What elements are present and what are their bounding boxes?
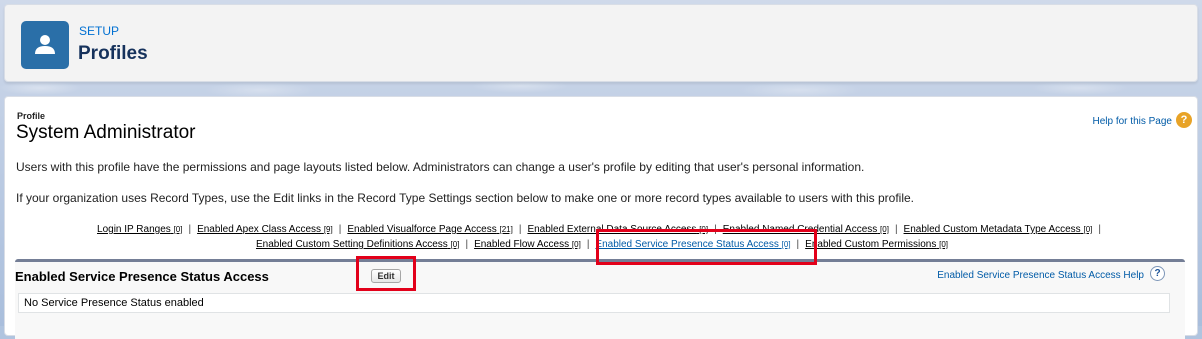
link-label: Enabled Custom Metadata Type Access [903, 224, 1081, 235]
link-flow-access[interactable]: Enabled Flow Access [0] [474, 239, 581, 250]
link-count: [9] [323, 225, 333, 234]
link-label: Enabled Apex Class Access [197, 224, 322, 235]
link-count: [0] [450, 240, 460, 249]
page-title: Profiles [78, 43, 148, 64]
link-count: [0] [939, 240, 949, 249]
link-service-presence-status-access[interactable]: Enabled Service Presence Status Access [… [595, 239, 790, 250]
link-custom-metadata-type-access[interactable]: Enabled Custom Metadata Type Access [0] [904, 224, 1093, 235]
edit-button[interactable]: Edit [371, 269, 401, 283]
question-mark-icon[interactable]: ? [1176, 112, 1192, 128]
link-label: Enabled Named Credential Access [722, 224, 878, 235]
link-count: [0] [880, 225, 889, 234]
user-profile-icon [21, 21, 69, 69]
section-help-link[interactable]: Enabled Service Presence Status Access H… [937, 270, 1144, 281]
section-title: Enabled Service Presence Status Access [15, 269, 269, 284]
link-external-data-source-access[interactable]: Enabled External Data Source Access [0] [527, 224, 708, 235]
page-header: SETUP Profiles [4, 4, 1198, 82]
link-count: [0] [173, 225, 183, 234]
link-named-credential-access[interactable]: Enabled Named Credential Access [0] [723, 224, 889, 235]
link-count: [0] [1083, 225, 1093, 234]
empty-state-text: No Service Presence Status enabled [24, 297, 204, 309]
link-custom-setting-definitions-access[interactable]: Enabled Custom Setting Definitions Acces… [256, 239, 459, 250]
link-label: Enabled Custom Permissions [805, 239, 937, 250]
link-label: Enabled External Data Source Access [527, 224, 697, 235]
link-label: Enabled Flow Access [474, 239, 570, 250]
service-presence-status-section: Enabled Service Presence Status Access E… [15, 259, 1185, 339]
link-count: [0] [699, 225, 709, 234]
section-empty-row: No Service Presence Status enabled [18, 293, 1170, 313]
link-label: Enabled Service Presence Status Access [595, 239, 779, 250]
link-count: [0] [781, 240, 791, 249]
question-mark-icon[interactable]: ? [1150, 266, 1165, 281]
link-custom-permissions[interactable]: Enabled Custom Permissions [0] [805, 239, 948, 250]
link-apex-class-access[interactable]: Enabled Apex Class Access [9] [197, 224, 333, 235]
profile-detail-panel: Profile System Administrator Help for th… [4, 96, 1198, 339]
link-count: [0] [571, 240, 581, 249]
profile-description-2: If your organization uses Record Types, … [16, 191, 915, 205]
profile-label: Profile [17, 111, 46, 121]
setup-breadcrumb[interactable]: SETUP [79, 24, 119, 38]
link-label: Enabled Visualforce Page Access [347, 224, 497, 235]
link-visualforce-page-access[interactable]: Enabled Visualforce Page Access [21] [347, 224, 512, 235]
profile-description-1: Users with this profile have the permiss… [16, 160, 865, 174]
link-count: [21] [499, 225, 513, 234]
related-links-row-1: Login IP Ranges [0] | Enabled Apex Class A… [97, 224, 1101, 235]
link-label: Enabled Custom Setting Definitions Acces… [255, 239, 448, 250]
profile-name: System Administrator [16, 122, 196, 143]
link-label: Login IP Ranges [97, 224, 171, 235]
related-links-row-2: Enabled Custom Setting Definitions Acces… [255, 239, 949, 250]
help-for-page-link[interactable]: Help for this Page [1093, 116, 1173, 127]
link-login-ip-ranges[interactable]: Login IP Ranges [0] [97, 224, 182, 235]
